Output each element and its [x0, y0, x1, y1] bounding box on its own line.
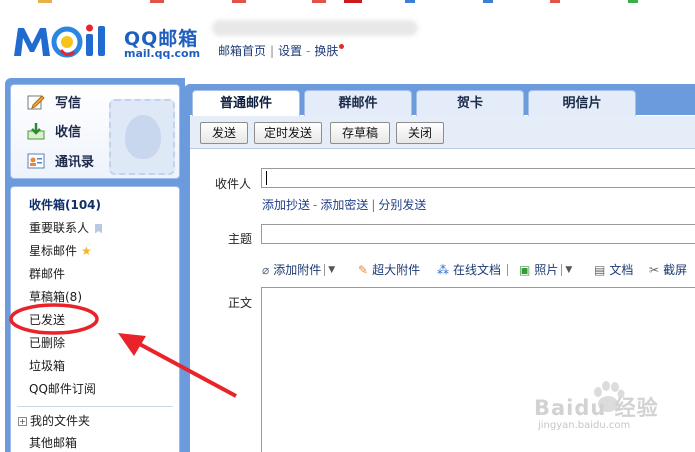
photo-button[interactable]: ▣ 照片 ▼: [519, 261, 572, 278]
close-button[interactable]: 关闭: [396, 122, 444, 144]
body-label: 正文: [228, 296, 253, 310]
online-doc-icon: ⁂: [437, 262, 449, 277]
penguin-stamp-icon: [109, 99, 175, 175]
other-mailboxes[interactable]: 其他邮箱: [29, 434, 77, 451]
folder-important-label: 重要联系人: [29, 221, 90, 235]
folder-subscriptions[interactable]: QQ邮件订阅: [29, 380, 96, 397]
document-label: 文档: [609, 263, 634, 277]
contacts-icon: [27, 152, 45, 170]
add-attachment-label: 添加附件: [273, 263, 322, 277]
folder-sent[interactable]: 已发送: [29, 311, 65, 328]
send-button[interactable]: 发送: [200, 122, 248, 144]
paperclip-icon: ⌀: [262, 262, 270, 277]
change-skin-link[interactable]: 换肤: [314, 44, 338, 58]
notification-dot: [339, 44, 345, 49]
brand-url: mail.qq.com: [124, 47, 201, 60]
top-strip: [0, 0, 695, 8]
recipient-label: 收件人: [215, 177, 252, 191]
baidu-watermark: Baidu 经验 jingyan.baidu.com: [530, 378, 690, 438]
header-links: 邮箱首页 | 设置 - 换肤: [218, 42, 345, 59]
folder-deleted[interactable]: 已删除: [29, 334, 65, 351]
add-attachment-button[interactable]: ⌀ 添加附件 ▼: [262, 261, 335, 278]
folder-drafts[interactable]: 草稿箱(8): [29, 288, 82, 305]
online-doc-label: 在线文档: [453, 263, 502, 277]
large-attachment-button[interactable]: ✎ 超大附件: [358, 261, 420, 278]
chevron-down-icon: ▼: [328, 264, 336, 275]
recipient-links: 添加抄送 - 添加密送 | 分别发送: [262, 198, 427, 212]
folder-list: 收件箱(104) 重要联系人 星标邮件 ★ 群邮件 草稿箱(8) 已发送 已删除 …: [10, 186, 180, 452]
folder-divider: [17, 406, 173, 407]
tab-normal-mail[interactable]: 普通邮件: [192, 90, 300, 116]
text-caret: [266, 171, 267, 185]
folder-starred-label: 星标邮件: [29, 244, 78, 258]
star-icon: ★: [81, 244, 92, 258]
scheduled-send-button[interactable]: 定时发送: [254, 122, 322, 144]
screenshot-icon: ✂: [649, 262, 660, 277]
subject-input[interactable]: [261, 224, 695, 244]
my-folders-label: 我的文件夹: [30, 414, 91, 428]
inbox-download-icon: [27, 122, 45, 140]
contacts-label: 通讯录: [55, 155, 95, 170]
chevron-down-icon: ▼: [565, 264, 573, 275]
compose-tabs: 普通邮件 群邮件 贺卡 明信片: [190, 90, 695, 116]
account-name-blurred: [212, 20, 418, 36]
mail-logo-icon[interactable]: [12, 22, 120, 60]
write-icon: [27, 93, 45, 111]
compose-toolbar: 发送 定时发送 存草稿 关闭: [190, 116, 695, 149]
tab-postcard[interactable]: 明信片: [528, 90, 636, 116]
tab-greeting-card[interactable]: 贺卡: [416, 90, 524, 116]
screenshot-button[interactable]: ✂ 截屏: [649, 261, 687, 278]
document-icon: ▤: [594, 262, 606, 277]
folder-trash[interactable]: 垃圾箱: [29, 357, 65, 374]
watermark-url: jingyan.baidu.com: [538, 420, 631, 431]
photo-label: 照片: [534, 263, 559, 277]
write-mail-label: 写信: [55, 96, 82, 111]
folder-group-mail[interactable]: 群邮件: [29, 265, 65, 282]
large-attachment-icon: ✎: [358, 262, 369, 277]
receive-mail-label: 收信: [55, 125, 82, 140]
settings-link[interactable]: 设置: [278, 44, 302, 58]
mailbox-home-link[interactable]: 邮箱首页: [218, 44, 266, 58]
recipient-input[interactable]: [261, 168, 695, 188]
folder-important-contacts[interactable]: 重要联系人: [29, 219, 103, 236]
watermark-logo-text: Baidu 经验: [534, 396, 659, 420]
send-separately-link[interactable]: 分别发送: [378, 198, 426, 212]
bookmark-icon: [95, 223, 103, 234]
contacts-button[interactable]: 通讯录: [27, 151, 94, 170]
online-doc-button[interactable]: ⁂ 在线文档: [437, 261, 509, 278]
save-draft-button[interactable]: 存草稿: [330, 122, 390, 144]
quick-actions-panel: 写信 收信 通讯录: [10, 84, 180, 179]
large-attachment-label: 超大附件: [372, 263, 421, 277]
document-button[interactable]: ▤ 文档: [594, 261, 633, 278]
subject-label: 主题: [228, 232, 253, 246]
expand-plus-icon: +: [18, 417, 27, 426]
add-cc-link[interactable]: 添加抄送: [262, 198, 310, 212]
tab-group-mail[interactable]: 群邮件: [304, 90, 412, 116]
folder-inbox[interactable]: 收件箱(104): [29, 196, 101, 213]
my-folders-toggle[interactable]: + 我的文件夹: [18, 412, 90, 429]
screenshot-label: 截屏: [663, 263, 688, 277]
photo-icon: ▣: [519, 262, 531, 277]
add-bcc-link[interactable]: 添加密送: [320, 198, 368, 212]
folder-starred[interactable]: 星标邮件 ★: [29, 242, 92, 259]
receive-mail-button[interactable]: 收信: [27, 121, 81, 140]
write-mail-button[interactable]: 写信: [27, 92, 81, 111]
